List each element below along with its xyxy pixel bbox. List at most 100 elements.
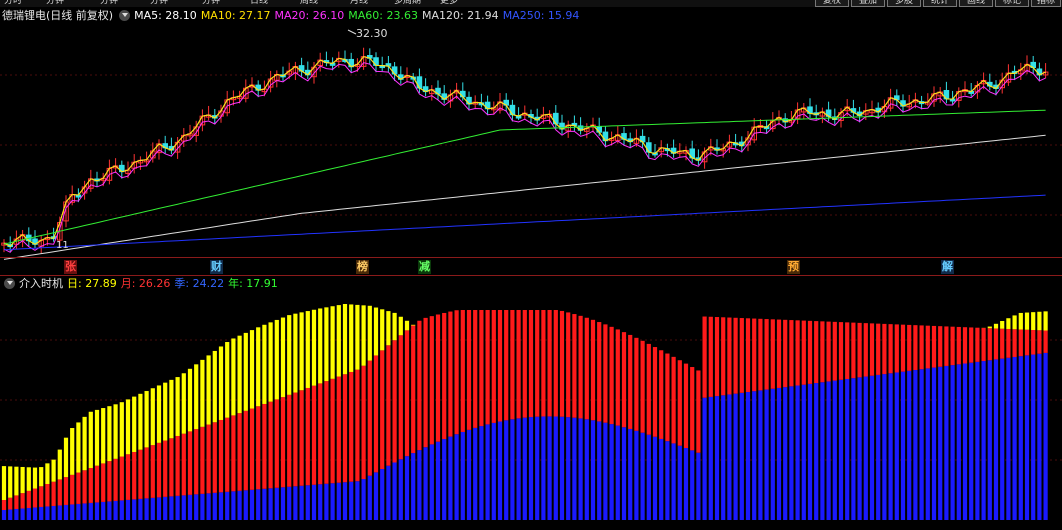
indicator-bar-blue <box>590 420 596 520</box>
indicator-bar-red <box>981 327 986 362</box>
indicator-bar-yellow <box>14 466 19 496</box>
indicator-bar-red <box>262 403 267 489</box>
indicator-bar-red <box>305 387 310 486</box>
stock-chart-window: 分时 分钟 分钟 分钟 分钟 日线 周线 月线 多周期 更多 复权 叠加 多股 … <box>0 0 1062 530</box>
indicator-bar-blue <box>70 504 75 520</box>
indicator-bar-blue <box>814 383 819 520</box>
indicator-bar-red <box>677 360 682 446</box>
indicator-bar-red <box>752 318 757 392</box>
indicator-bar-blue <box>1043 352 1048 520</box>
chevron-down-icon[interactable] <box>4 278 15 289</box>
indicator-bar-red <box>454 310 459 435</box>
indicator-bar-red <box>417 320 422 451</box>
indicator-bar-red <box>194 429 199 495</box>
indicator-bar-blue <box>404 456 410 520</box>
indicator-bar-blue <box>181 495 186 520</box>
indicator-bar-blue <box>950 365 955 520</box>
indicator-bar-blue <box>696 452 701 520</box>
indicator-bar-yellow <box>150 388 155 446</box>
event-tag-4[interactable]: 预 <box>787 260 800 274</box>
event-tag-5[interactable]: 解 <box>941 260 954 274</box>
indicator-bar-red <box>206 424 211 494</box>
indicator-bar-blue <box>20 508 25 520</box>
indicator-bar-blue <box>442 439 447 520</box>
candle-body <box>596 126 603 133</box>
indicator-bar-blue <box>783 387 788 520</box>
indicator-bar-yellow <box>88 411 93 468</box>
event-tag-1[interactable]: 财 <box>210 260 223 274</box>
indicator-bar-red <box>708 316 713 397</box>
indicator-bar-blue <box>845 378 850 520</box>
indicator-bar-yellow <box>39 467 44 487</box>
indicator-bar-red <box>361 365 366 480</box>
indicator-bar-yellow <box>380 309 385 351</box>
indicator-bar-red <box>1012 329 1017 357</box>
indicator-bar-yellow <box>144 391 149 448</box>
indicator-bar-red <box>355 369 360 482</box>
indicator-bar-blue <box>559 416 565 520</box>
indicator-bar-red <box>107 461 112 502</box>
indicator-bar-red <box>175 435 180 496</box>
indicator-bar-blue <box>900 371 906 520</box>
ma250-line <box>3 194 1046 251</box>
indicator-bar-red <box>373 355 379 473</box>
indicator-bar-blue <box>237 490 242 520</box>
indicator-bar-yellow <box>249 330 255 409</box>
indicator-bar-red <box>727 317 732 395</box>
indicator-bar-blue <box>714 396 720 520</box>
chevron-down-icon[interactable] <box>119 10 131 21</box>
indicator-bar-blue <box>708 396 713 520</box>
high-price-pointer <box>347 29 357 35</box>
indicator-bar-red <box>590 319 596 421</box>
indicator-bar-blue <box>807 383 813 520</box>
indicator-bar-red <box>187 431 193 495</box>
event-tag-0[interactable]: 张 <box>64 260 77 274</box>
indicator-bar-red <box>460 310 465 432</box>
indicator-bar-red <box>324 381 329 484</box>
indicator-bar-red <box>783 319 788 388</box>
indicator-bar-red <box>1043 330 1048 353</box>
event-tag-2[interactable]: 榜 <box>356 260 369 274</box>
indicator-bar-red <box>268 401 273 489</box>
chart-canvas[interactable]: 32.30 11 <box>0 0 1062 530</box>
indicator-bar-blue <box>628 428 633 520</box>
indicator-bar-red <box>435 314 441 442</box>
indicator-bar-blue <box>758 390 763 520</box>
indicator-bar-blue <box>206 493 211 520</box>
candle-body <box>553 112 559 125</box>
indicator-bar-yellow <box>318 308 323 384</box>
indicator-bar-blue <box>733 393 738 520</box>
indicator-bar-red <box>733 317 738 394</box>
indicator-bar-red <box>442 312 447 440</box>
indicator-bar-blue <box>342 482 348 520</box>
indicator-bar-blue <box>993 359 999 520</box>
indicator-bar-red <box>838 322 844 380</box>
indicator-bar-blue <box>417 450 422 520</box>
indicator-bar-blue <box>944 365 949 520</box>
event-tag-3[interactable]: 减 <box>418 260 431 274</box>
indicator-bar-red <box>851 322 856 379</box>
indicator-bar-blue <box>169 496 174 520</box>
indicator-bar-red <box>826 321 831 382</box>
indicator-bar-red <box>510 310 515 420</box>
indicator-bar-red <box>20 493 25 509</box>
indicator-bar-blue <box>572 417 577 520</box>
indicator-bar-blue <box>125 499 131 520</box>
indicator-bar-red <box>113 458 118 501</box>
indicator-bar-red <box>832 321 837 381</box>
indicator-bar-red <box>119 456 124 501</box>
indicator-bar-blue <box>795 385 800 520</box>
indicator-bar-blue <box>144 498 149 520</box>
indicator-bar-yellow <box>373 307 379 356</box>
indicator-bar-blue <box>832 380 837 520</box>
indicator-bar-blue <box>597 421 602 520</box>
indicator-bar-blue <box>981 361 986 520</box>
indicator-bar-red <box>863 323 868 377</box>
indicator-bar-blue <box>392 462 397 520</box>
indicator-bar-blue <box>485 424 490 520</box>
indicator-bar-red <box>696 370 701 453</box>
indicator-bar-yellow <box>212 350 217 423</box>
indicator-bar-blue <box>888 373 893 520</box>
indicator-bar-red <box>807 320 813 384</box>
indicator-bar-red <box>820 321 825 383</box>
